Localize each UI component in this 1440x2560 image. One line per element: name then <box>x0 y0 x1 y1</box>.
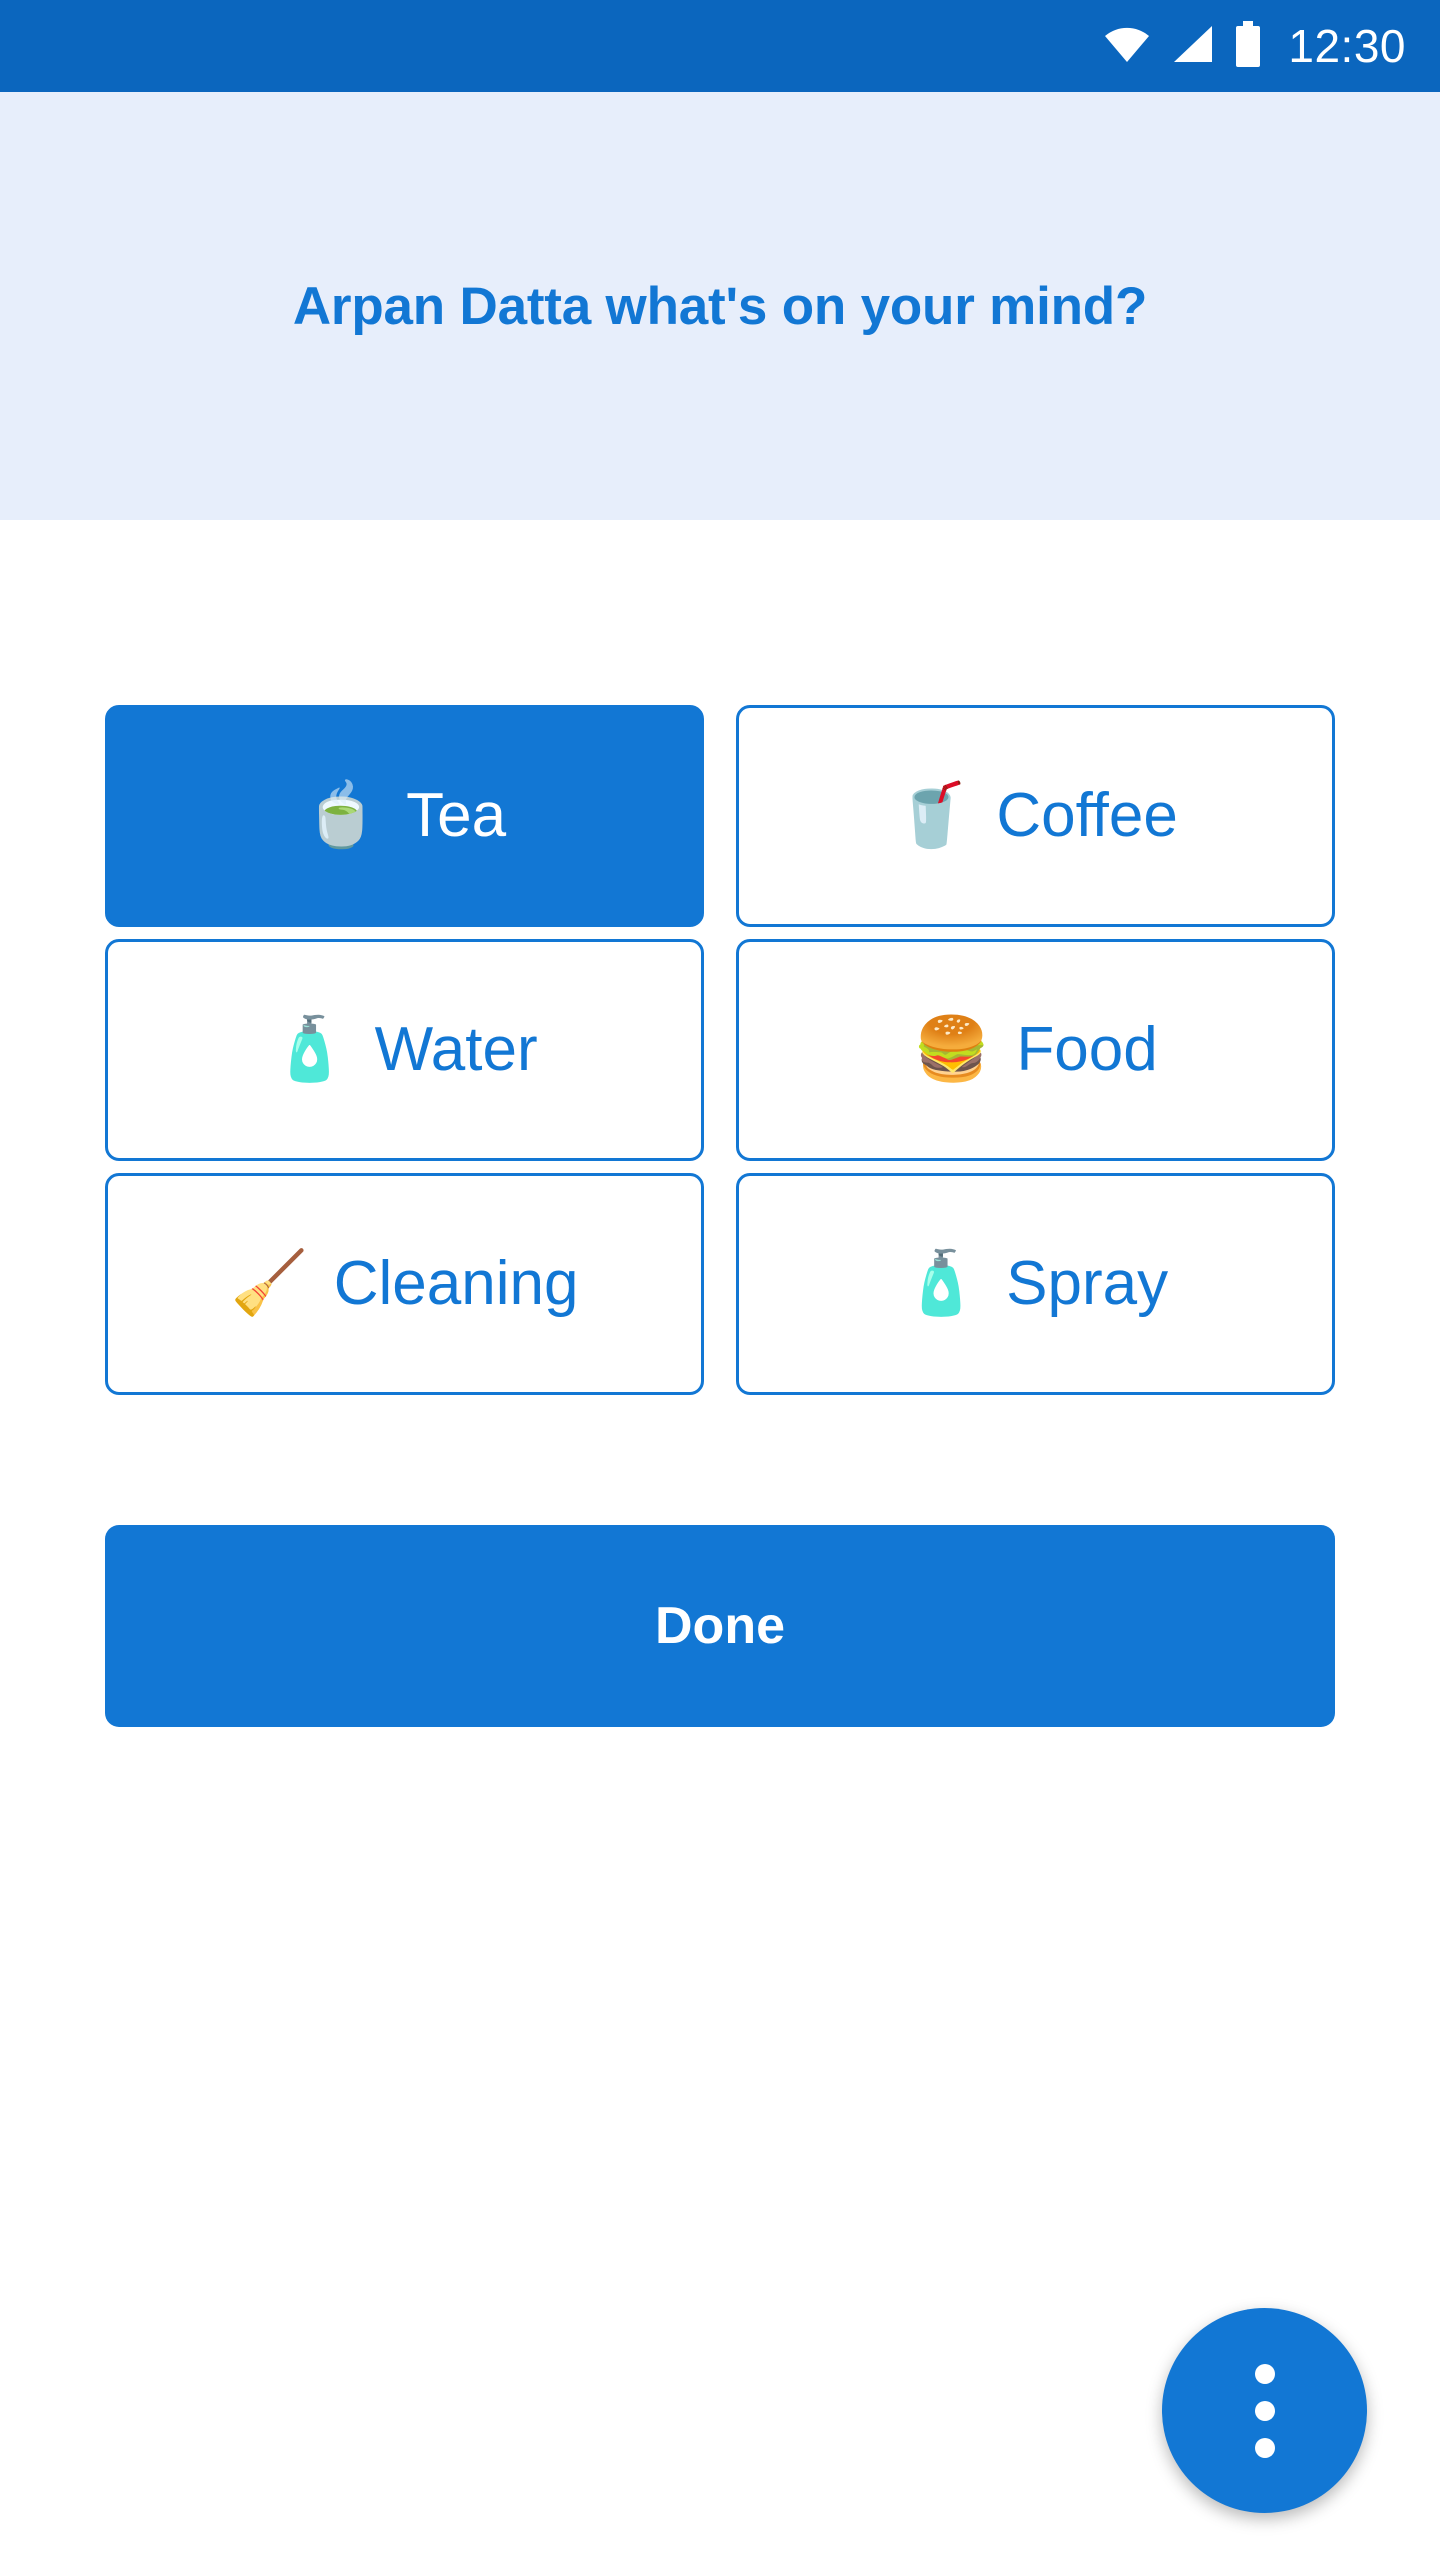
teacup-icon: 🍵 <box>302 781 381 850</box>
cellular-signal-icon <box>1170 24 1214 69</box>
option-label-coffee: Coffee <box>996 781 1178 850</box>
option-label-cleaning: Cleaning <box>333 1249 579 1318</box>
option-button-tea[interactable]: 🍵 Tea <box>105 705 704 927</box>
option-button-food[interactable]: 🍔 Food <box>736 939 1335 1161</box>
fab-dot <box>1254 2363 1275 2384</box>
status-bar: 12:30 <box>0 0 1440 92</box>
option-grid: 🍵 Tea 🥤 Coffee 🧴 Water 🍔 Food 🧹 Cleaning <box>105 705 1335 1395</box>
battery-icon <box>1234 20 1262 72</box>
option-button-coffee[interactable]: 🥤 Coffee <box>736 705 1335 927</box>
page-title: Arpan Datta what's on your mind? <box>292 276 1148 336</box>
spray-bottle-icon: 🧴 <box>902 1249 981 1318</box>
header-banner: Arpan Datta what's on your mind? <box>0 92 1440 520</box>
status-bar-clock: 12:30 <box>1288 20 1406 72</box>
option-button-cleaning[interactable]: 🧹 Cleaning <box>105 1173 704 1395</box>
fab-dot <box>1254 2400 1275 2421</box>
option-label-spray: Spray <box>1006 1249 1169 1318</box>
done-button[interactable]: Done <box>105 1525 1335 1727</box>
app-screen: 12:30 Arpan Datta what's on your mind? 🍵… <box>0 0 1440 2560</box>
main-content: 🍵 Tea 🥤 Coffee 🧴 Water 🍔 Food 🧹 Cleaning <box>0 520 1440 2560</box>
option-label-tea: Tea <box>406 781 507 850</box>
burger-icon: 🍔 <box>913 1015 991 1084</box>
fab-dot <box>1254 2437 1275 2458</box>
water-bottle-icon: 🧴 <box>271 1015 349 1084</box>
wifi-icon <box>1104 24 1150 69</box>
option-button-spray[interactable]: 🧴 Spray <box>736 1173 1335 1395</box>
option-button-water[interactable]: 🧴 Water <box>105 939 704 1161</box>
broom-icon: 🧹 <box>230 1249 308 1318</box>
floating-action-button[interactable] <box>1162 2308 1367 2513</box>
overflow-menu-vertical-icon <box>1254 2363 1275 2458</box>
coffee-cup-icon: 🥤 <box>893 781 971 850</box>
option-label-water: Water <box>374 1015 538 1084</box>
option-label-food: Food <box>1016 1015 1158 1084</box>
